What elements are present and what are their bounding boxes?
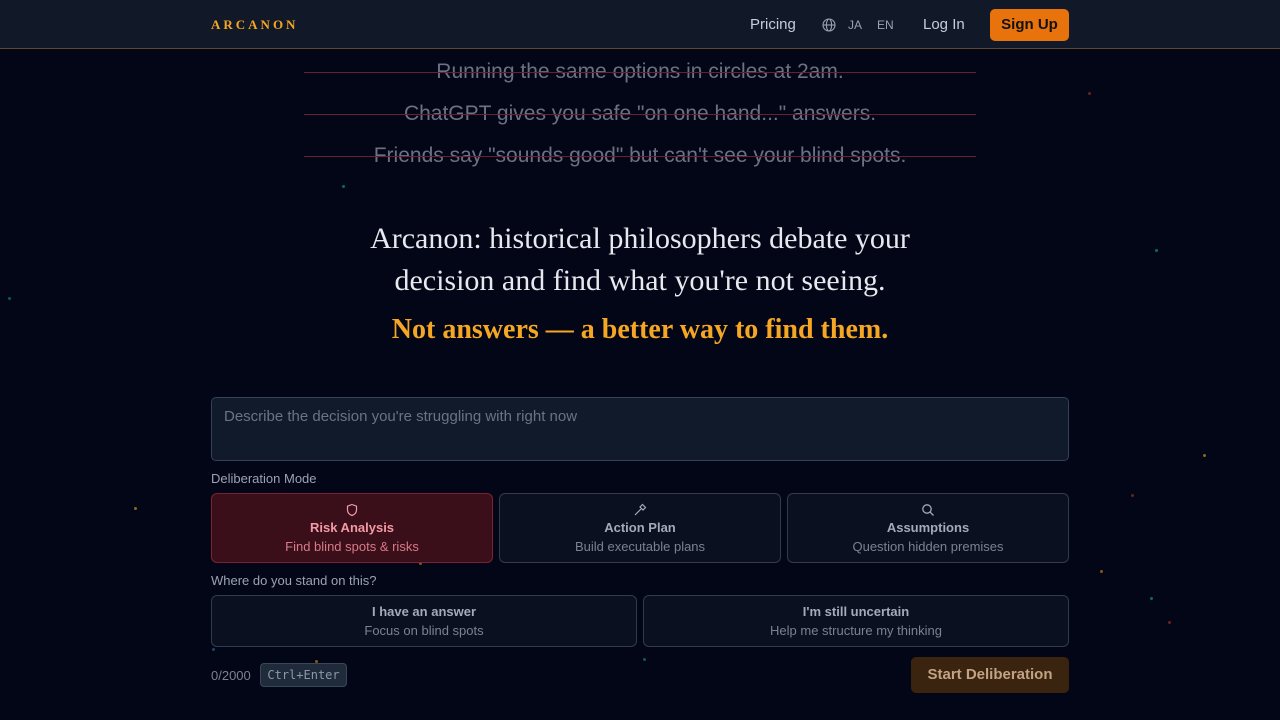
search-icon [922,504,934,516]
stance-have-answer[interactable]: I have an answer Focus on blind spots [211,595,637,647]
struck-line-1: Running the same options in circles at 2… [304,60,976,84]
brand-logo[interactable]: ARCANON [211,17,298,33]
hero-headline: Arcanon: historical philosophers debate … [370,222,910,297]
mode-subtitle: Find blind spots & risks [285,539,419,554]
stance-uncertain[interactable]: I'm still uncertain Help me structure my… [643,595,1069,647]
mode-title: Risk Analysis [309,520,395,535]
hero-tagline: Not answers — a better way to find them. [391,314,889,345]
hammer-icon [634,503,647,516]
mode-action-plan[interactable]: Action Plan Build executable plans [499,493,781,563]
shortcut-hint: Ctrl+Enter [260,663,347,687]
mode-title: Action Plan [604,520,676,535]
mode-subtitle: Question hidden premises [852,539,1004,554]
stance-subtitle: Focus on blind spots [364,623,484,638]
start-deliberation-button[interactable]: Start Deliberation [911,657,1069,693]
deliberation-mode-label: Deliberation Mode [211,471,317,486]
stance-title: I'm still uncertain [802,604,910,619]
stance-subtitle: Help me structure my thinking [770,623,942,638]
struck-line-2: ChatGPT gives you safe "on one hand..." … [304,102,976,126]
mode-subtitle: Build executable plans [574,539,706,554]
mode-title: Assumptions [886,520,970,535]
char-count: 0/2000 [211,668,251,683]
pricing-link[interactable]: Pricing [750,16,796,33]
globe-icon[interactable] [822,18,836,32]
login-link[interactable]: Log In [923,16,965,33]
signup-button[interactable]: Sign Up [990,9,1069,41]
struck-line-3: Friends say "sounds good" but can't see … [304,144,976,168]
mode-risk-analysis[interactable]: Risk Analysis Find blind spots & risks [211,493,493,563]
mode-assumptions[interactable]: Assumptions Question hidden premises [787,493,1069,563]
top-nav: ARCANON Pricing JA EN Log In Sign Up [0,0,1280,49]
shield-icon [346,503,358,517]
lang-ja-button[interactable]: JA [848,18,862,32]
lang-en-button[interactable]: EN [877,18,894,32]
stance-label: Where do you stand on this? [211,573,377,588]
stance-title: I have an answer [371,604,477,619]
decision-input[interactable] [211,397,1069,461]
